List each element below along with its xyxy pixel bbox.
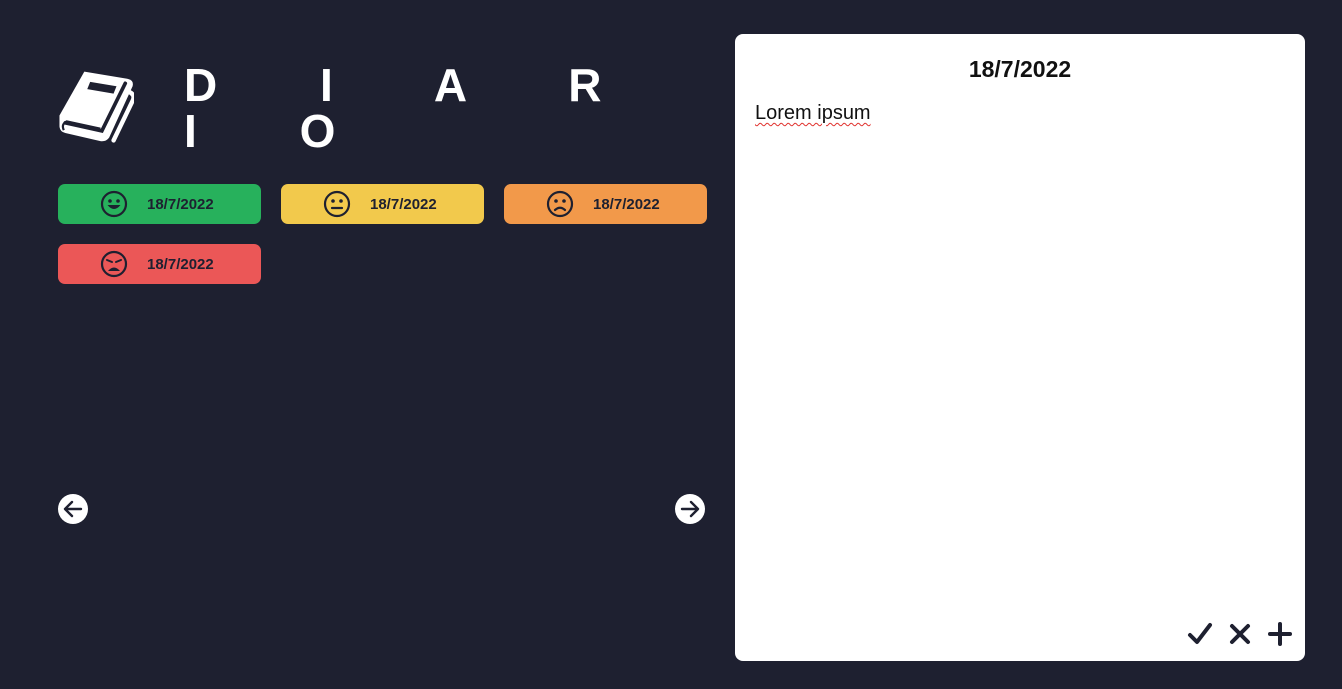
check-icon[interactable]: [1187, 621, 1213, 647]
entry-date: 18/7/2022: [147, 195, 214, 213]
next-page-button[interactable]: [675, 494, 705, 524]
crying-face-icon: [100, 250, 128, 278]
arrow-right-icon: [680, 500, 700, 518]
app-title: D I A R I O: [184, 59, 647, 157]
x-icon[interactable]: [1227, 621, 1253, 647]
entry-card[interactable]: 18/7/2022: [281, 184, 484, 224]
entry-text-area[interactable]: Lorem ipsum: [755, 102, 1285, 602]
entry-card[interactable]: 18/7/2022: [504, 184, 707, 224]
entry-date: 18/7/2022: [147, 255, 214, 273]
entry-date: 18/7/2022: [370, 195, 437, 213]
entry-editor: 18/7/2022 Lorem ipsum: [735, 34, 1305, 661]
entries-grid: 18/7/2022 18/7/2022 18/7/2022 18/7/2022: [58, 184, 708, 284]
entry-card[interactable]: 18/7/2022: [58, 244, 261, 284]
entry-card[interactable]: 18/7/2022: [58, 184, 261, 224]
plus-icon[interactable]: [1267, 621, 1293, 647]
grin-face-icon: [100, 190, 128, 218]
prev-page-button[interactable]: [58, 494, 88, 524]
frown-face-icon: [546, 190, 574, 218]
book-icon: [59, 71, 135, 143]
entry-text[interactable]: Lorem ipsum: [755, 102, 871, 124]
neutral-face-icon: [323, 190, 351, 218]
entry-date: 18/7/2022: [593, 195, 660, 213]
entries-pane: D I A R I O 18/7/2022 18/7/2022 18/7/202…: [58, 0, 708, 689]
editor-actions: [1187, 621, 1293, 647]
app-header: D I A R I O: [58, 56, 708, 156]
diary-app: D I A R I O 18/7/2022 18/7/2022 18/7/202…: [0, 0, 1342, 689]
arrow-left-icon: [63, 500, 83, 518]
editor-date: 18/7/2022: [968, 56, 1072, 82]
